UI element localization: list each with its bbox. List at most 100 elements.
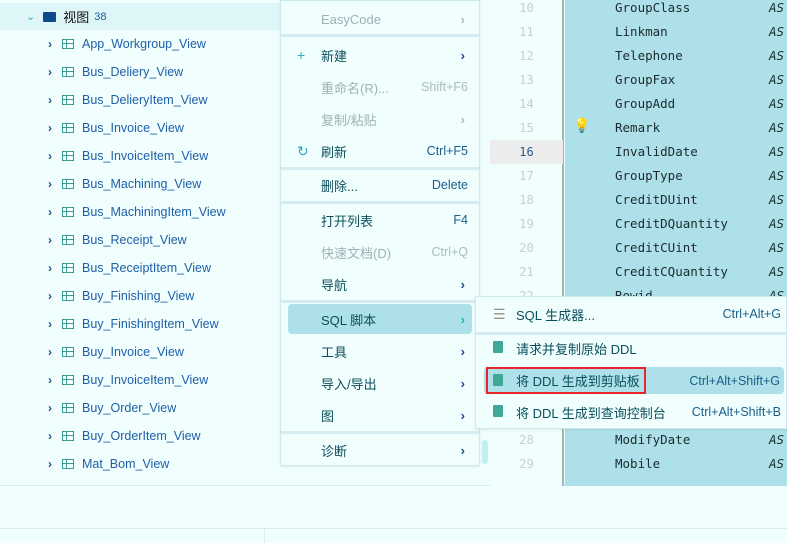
menu-item-sql-script[interactable]: SQL 脚本 › [288,304,472,334]
label: 导航 [321,277,348,293]
tree-item-label: Bus_Receipt_View [82,233,187,247]
separator [281,300,479,303]
chevron-right-icon: › [460,311,465,327]
line-number: 29 [519,457,534,471]
tree-item[interactable]: › Bus_ReceiptItem_View [0,254,280,282]
shortcut: Shift+F6 [421,80,468,94]
code-line[interactable]: GroupFax AS [565,68,787,92]
chevron-right-icon[interactable]: › [44,205,56,219]
tree-item[interactable]: › Buy_OrderItem_View [0,422,280,450]
code-line[interactable]: ModifyDate AS [565,428,787,452]
chevron-right-icon[interactable]: › [44,401,56,415]
submenu-item-sql-generator[interactable]: ☰ SQL 生成器... Ctrl+Alt+G [476,299,786,329]
chevron-right-icon: › [460,375,465,391]
code-line[interactable]: CreditCQuantity AS [565,260,787,284]
keyword: AS [769,240,785,255]
view-table-icon [62,151,74,161]
view-table-icon [62,319,74,329]
chevron-right-icon[interactable]: › [44,65,56,79]
code-line[interactable]: GroupAdd AS [565,92,787,116]
tree-item[interactable]: › Bus_DelieryItem_View [0,86,280,114]
tree-item[interactable]: › Bus_Receipt_View [0,226,280,254]
view-table-icon [62,39,74,49]
separator [281,201,479,204]
chevron-right-icon[interactable]: › [44,317,56,331]
view-table-icon [62,235,74,245]
code-line[interactable]: InvalidDate AS [565,140,787,164]
code-line[interactable]: GroupClass AS [565,0,787,20]
code-line[interactable]: Remark AS [565,116,787,140]
shortcut: F4 [453,213,468,227]
menu-item-diagnose[interactable]: 诊断 › [281,435,479,465]
menu-item-tools[interactable]: 工具 › [281,336,479,366]
chevron-right-icon[interactable]: › [44,289,56,303]
chevron-right-icon[interactable]: › [44,345,56,359]
view-table-icon [62,403,74,413]
menu-item-diagram[interactable]: 图 › [281,400,479,430]
status-separator [264,529,265,543]
chevron-right-icon[interactable]: › [44,373,56,387]
chevron-down-icon[interactable]: ⌄ [26,10,35,23]
chevron-right-icon[interactable]: › [44,177,56,191]
tree-item[interactable]: › Buy_InvoiceItem_View [0,366,280,394]
menu-item-import-export[interactable]: 导入/导出 › [281,368,479,398]
tree-item[interactable]: › App_Workgroup_View [0,30,280,58]
line-number: 13 [519,73,534,87]
code-line[interactable]: Mobile AS [565,452,787,476]
submenu-item-ddl-to-clipboard[interactable]: 将 DDL 生成到剪贴板 Ctrl+Alt+Shift+G [484,367,784,394]
submenu-item-ddl-to-console[interactable]: 将 DDL 生成到查询控制台 Ctrl+Alt+Shift+B [476,397,786,427]
tree-item[interactable]: › Buy_Invoice_View [0,338,280,366]
tree-item[interactable]: › Buy_Finishing_View [0,282,280,310]
scrollbar-thumb[interactable] [482,440,488,464]
label: 快速文档(D) [321,245,392,261]
lightbulb-icon[interactable]: 💡 [573,117,590,134]
tree-item-label: App_Workgroup_View [82,37,206,51]
menu-item-new[interactable]: + 新建 › [281,40,479,70]
code-line[interactable]: CreditDUint AS [565,188,787,212]
label: 打开列表 [321,213,374,229]
tree-item[interactable]: › Bus_Invoice_View [0,114,280,142]
chevron-right-icon: › [460,111,465,127]
folder-count: 38 [94,10,107,23]
menu-item-quick-doc[interactable]: 快速文档(D) Ctrl+Q [281,237,479,267]
chevron-right-icon[interactable]: › [44,93,56,107]
menu-item-rename[interactable]: 重命名(R)... Shift+F6 [281,72,479,102]
label: EasyCode [321,11,381,27]
menu-item-navigate[interactable]: 导航 › [281,269,479,299]
menu-item-open-list[interactable]: 打开列表 F4 [281,205,479,235]
tree-item[interactable]: › Bus_MachiningItem_View [0,198,280,226]
tree-item[interactable]: › Mat_Bom_View [0,450,280,478]
keyword: AS [769,216,785,231]
tree-item[interactable]: › Bus_Machining_View [0,170,280,198]
tree-item-label: Bus_Deliery_View [82,65,184,79]
code-line[interactable]: CreditCUint AS [565,236,787,260]
tree-item[interactable]: › Bus_Deliery_View [0,58,280,86]
code-line[interactable]: Telephone AS [565,44,787,68]
chevron-right-icon[interactable]: › [44,457,56,471]
chevron-right-icon[interactable]: › [44,37,56,51]
tree-item[interactable]: › Bus_InvoiceItem_View [0,142,280,170]
chevron-right-icon[interactable]: › [44,121,56,135]
code-line[interactable]: CreditDQuantity AS [565,212,787,236]
label: 诊断 [321,443,348,459]
refresh-icon: ↻ [297,142,309,159]
keyword: AS [769,48,785,63]
folder-label: 视图 [63,10,90,25]
menu-item-delete[interactable]: 删除... Delete [281,170,479,200]
tree-folder-views[interactable]: ⌄ 视图 38 [0,3,280,30]
code-line[interactable]: Linkman AS [565,20,787,44]
menu-item-easycode[interactable]: EasyCode › [281,4,479,34]
chevron-right-icon[interactable]: › [44,149,56,163]
menu-item-refresh[interactable]: ↻ 刷新 Ctrl+F5 [281,136,479,166]
chevron-right-icon: › [460,442,465,458]
code-line[interactable]: GroupType AS [565,164,787,188]
column-name: CreditDUint [615,192,698,207]
tree-item[interactable]: › Buy_Order_View [0,394,280,422]
menu-item-copy-paste[interactable]: 复制/粘贴 › [281,104,479,134]
tree-item[interactable]: › Buy_FinishingItem_View [0,310,280,338]
submenu-item-request-ddl[interactable]: 请求并复制原始 DDL [476,333,786,363]
chevron-right-icon[interactable]: › [44,233,56,247]
chevron-right-icon[interactable]: › [44,261,56,275]
chevron-right-icon[interactable]: › [44,429,56,443]
label: 将 DDL 生成到查询控制台 [516,405,666,421]
